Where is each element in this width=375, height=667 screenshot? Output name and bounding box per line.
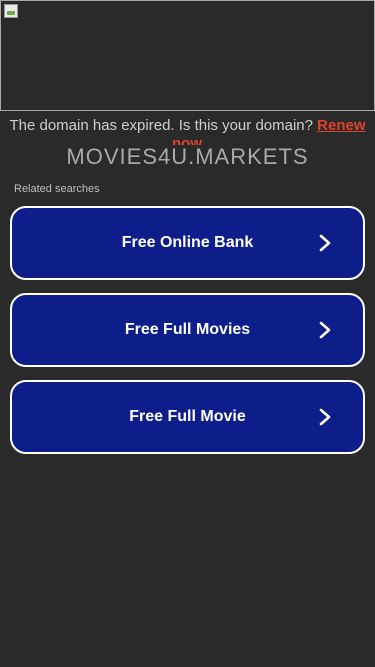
- expired-notice-text: The domain has expired. Is this your dom…: [9, 117, 313, 134]
- related-search-label: Free Online Bank: [121, 234, 254, 251]
- chevron-right-icon: [315, 407, 335, 427]
- chevron-right-icon: [315, 233, 335, 253]
- renew-link[interactable]: Renew: [317, 117, 365, 134]
- related-search-item-free-online-bank[interactable]: Free Online Bank: [10, 206, 365, 280]
- domain-title: MOVIES4U.MARKETS: [66, 144, 309, 169]
- chevron-right-icon: [315, 320, 335, 340]
- related-search-label: Free Full Movies: [124, 321, 251, 338]
- related-search-label: Free Full Movie: [129, 408, 246, 425]
- related-searches-label: Related searches: [14, 183, 100, 195]
- related-search-item-free-full-movies[interactable]: Free Full Movies: [10, 293, 365, 367]
- broken-image-icon: [4, 4, 18, 18]
- related-search-item-free-full-movie[interactable]: Free Full Movie: [10, 380, 365, 454]
- related-searches-list: Free Online Bank Free Full Movies Free F…: [10, 206, 365, 467]
- banner-image[interactable]: [0, 0, 375, 111]
